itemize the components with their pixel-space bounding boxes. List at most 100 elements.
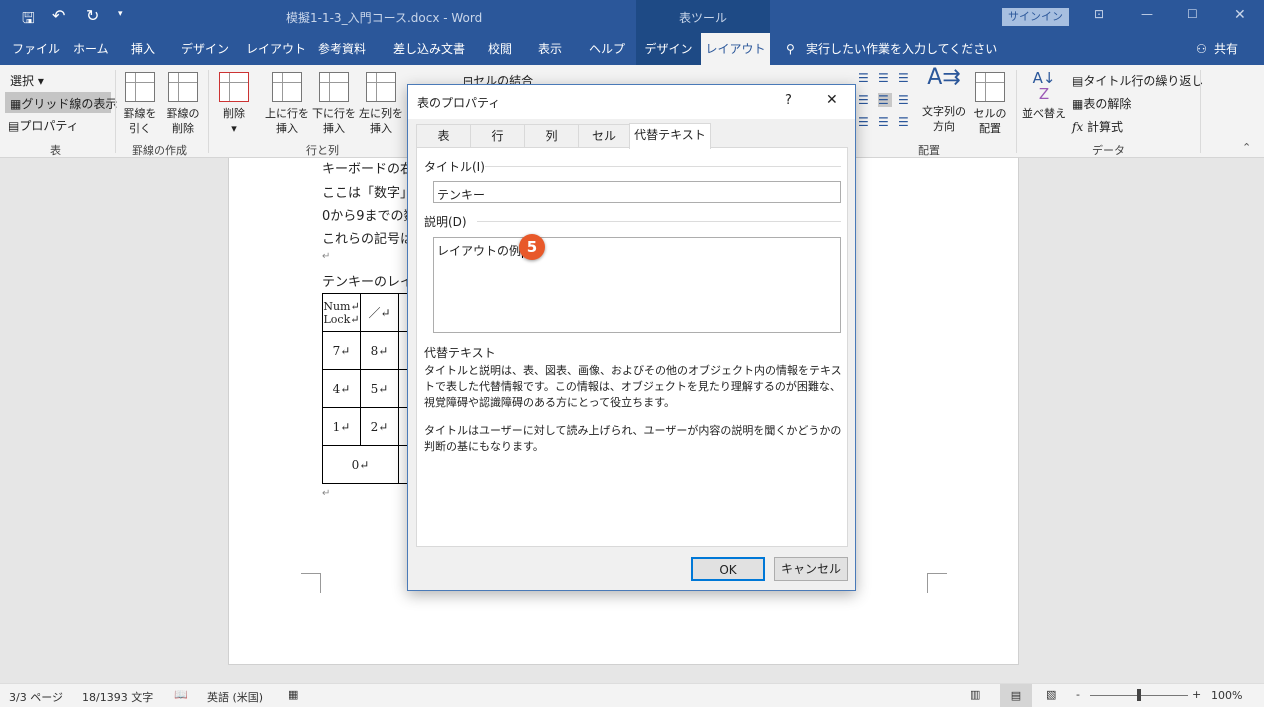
delete-label: 削除 (223, 107, 245, 120)
cell-margins-button[interactable]: セルの 配置 (970, 72, 1010, 136)
description-label: 説明(D) (424, 215, 467, 229)
tab-cell[interactable]: セル (578, 124, 630, 148)
properties-icon: ▤ (8, 119, 20, 133)
convert-label: 表の解除 (1083, 97, 1132, 111)
signin-button[interactable]: サインイン (1002, 8, 1069, 26)
read-mode-icon[interactable]: ▥ (970, 688, 980, 701)
maximize-button[interactable]: ☐ (1187, 7, 1198, 21)
dialog-title: 表のプロパティ (417, 96, 501, 110)
print-layout-icon[interactable]: ▤ (1000, 684, 1032, 707)
eraser-button[interactable]: 罫線の 削除 (163, 72, 203, 136)
zoom-in-button[interactable]: + (1192, 688, 1201, 701)
repeat-header-button[interactable]: ▤タイトル行の繰り返し (1072, 72, 1203, 89)
zoom-out-button[interactable]: - (1076, 688, 1080, 701)
ribbon-display-icon[interactable]: ⊡ (1094, 7, 1104, 21)
align-middle-center-icon[interactable]: ☰ (878, 93, 892, 107)
align-top-right-icon[interactable]: ☰ (898, 71, 912, 85)
doc-line: 0から9までの数 (322, 209, 417, 224)
close-button[interactable]: ✕ (1234, 7, 1246, 23)
sort-label: 並べ替え (1022, 107, 1066, 120)
tab-row[interactable]: 行 (470, 124, 525, 148)
doc-line: キーボードの右 (322, 162, 414, 177)
page-count[interactable]: 3/3 ページ (9, 689, 63, 705)
tab-home[interactable]: ホーム (73, 33, 109, 65)
formula-label: 計算式 (1087, 120, 1124, 134)
redo-icon[interactable]: ↻ (86, 6, 99, 25)
tab-table-layout[interactable]: レイアウト (701, 33, 770, 65)
insert-below-label: 下に行を 挿入 (312, 107, 356, 135)
paragraph-mark: ↵ (322, 251, 331, 262)
customize-qat-icon[interactable]: ▾ (118, 9, 123, 19)
gridlines-button[interactable]: ▦グリッド線の表示 (5, 92, 117, 113)
table-cell[interactable]: 0↵ (322, 445, 399, 484)
tab-file[interactable]: ファイル (12, 33, 60, 65)
delete-button[interactable]: 削除 ▾ (214, 72, 254, 136)
formula-button[interactable]: fx 計算式 (1072, 118, 1123, 135)
tab-help[interactable]: ヘルプ (589, 33, 625, 65)
share-icon[interactable]: ⚇ (1196, 33, 1207, 65)
proofing-icon[interactable]: 📖 (174, 688, 188, 701)
insert-left-button[interactable]: 左に列を 挿入 (358, 72, 404, 136)
repeat-header-label: タイトル行の繰り返し (1083, 74, 1204, 88)
description-textarea[interactable]: レイアウトの例 (433, 237, 841, 333)
align-top-center-icon[interactable]: ☰ (878, 71, 892, 85)
properties-button[interactable]: ▤プロパティ (8, 117, 79, 134)
cancel-button[interactable]: キャンセル (774, 557, 848, 581)
align-middle-left-icon[interactable]: ☰ (858, 93, 872, 107)
table-properties-dialog: 表のプロパティ ? ✕ 表 行 列 セル タイトル(I) テンキー 説明(D) … (407, 84, 856, 591)
doc-line: これらの記号は (322, 232, 414, 247)
tab-alt-text[interactable]: 代替テキスト (629, 123, 711, 149)
convert-to-text-button[interactable]: ▦表の解除 (1072, 95, 1131, 112)
align-bottom-left-icon[interactable]: ☰ (858, 115, 872, 129)
insert-below-button[interactable]: 下に行を 挿入 (311, 72, 357, 136)
align-top-left-icon[interactable]: ☰ (858, 71, 872, 85)
table-cell[interactable]: 8↵ (360, 331, 399, 370)
properties-label: プロパティ (19, 119, 79, 133)
tab-review[interactable]: 校閲 (488, 33, 512, 65)
table-cell[interactable]: ／↵ (360, 293, 399, 332)
tell-me-input[interactable]: 実行したい作業を入力してください (806, 33, 997, 65)
web-layout-icon[interactable]: ▧ (1046, 688, 1056, 701)
ok-button[interactable]: OK (691, 557, 765, 581)
share-button[interactable]: 共有 (1214, 33, 1238, 65)
sort-button[interactable]: A↓ Z 並べ替え (1020, 70, 1068, 121)
zoom-slider-thumb[interactable] (1137, 689, 1141, 701)
tab-table-design[interactable]: デザイン (636, 33, 701, 65)
align-bottom-right-icon[interactable]: ☰ (898, 115, 912, 129)
table-cell[interactable]: 7↵ (322, 331, 361, 370)
table-cell[interactable]: 4↵ (322, 369, 361, 408)
draw-table-button[interactable]: 罫線を 引く (120, 72, 160, 136)
search-icon[interactable]: ⚲ (786, 33, 795, 65)
tab-insert[interactable]: 挿入 (131, 33, 155, 65)
word-count[interactable]: 18/1393 文字 (82, 689, 153, 705)
insert-above-button[interactable]: 上に行を 挿入 (264, 72, 310, 136)
undo-icon[interactable]: ↶ (52, 6, 65, 25)
language[interactable]: 英語 (米国) (207, 689, 263, 705)
align-middle-right-icon[interactable]: ☰ (898, 93, 912, 107)
table-cell[interactable]: Num↵ Lock↵ (322, 293, 361, 332)
tab-page-layout[interactable]: レイアウト (246, 33, 306, 65)
help-button[interactable]: ? (785, 93, 792, 108)
tab-view[interactable]: 表示 (538, 33, 562, 65)
text-direction-button[interactable]: A⇉ 文字列の 方向 (922, 67, 966, 134)
align-bottom-center-icon[interactable]: ☰ (878, 115, 892, 129)
tab-column[interactable]: 列 (524, 124, 579, 148)
table-cell[interactable]: 5↵ (360, 369, 399, 408)
tab-design[interactable]: デザイン (181, 33, 229, 65)
tab-table[interactable]: 表 (416, 124, 471, 148)
tab-references[interactable]: 参考資料 (318, 33, 366, 65)
minimize-button[interactable]: — (1141, 7, 1153, 21)
document-title: 模擬1-1-3_入門コース.docx - Word (286, 11, 483, 25)
title-input[interactable]: テンキー (433, 181, 841, 203)
macro-icon[interactable]: ▦ (288, 688, 298, 701)
table-cell[interactable]: 2↵ (360, 407, 399, 446)
collapse-ribbon-icon[interactable]: ⌃ (1242, 141, 1251, 154)
table-cell[interactable]: 1↵ (322, 407, 361, 446)
group-label-table: 表 (50, 144, 61, 157)
dialog-close-button[interactable]: ✕ (826, 92, 838, 108)
save-icon[interactable]: 🖫 (22, 8, 35, 33)
help-paragraph: タイトルと説明は、表、図表、画像、およびその他のオブジェクト内の情報をテキストで… (424, 364, 842, 409)
select-button[interactable]: 選択 ▾ (10, 72, 44, 89)
tab-mailings[interactable]: 差し込み文書 (393, 33, 465, 65)
zoom-level[interactable]: 100% (1211, 689, 1242, 702)
